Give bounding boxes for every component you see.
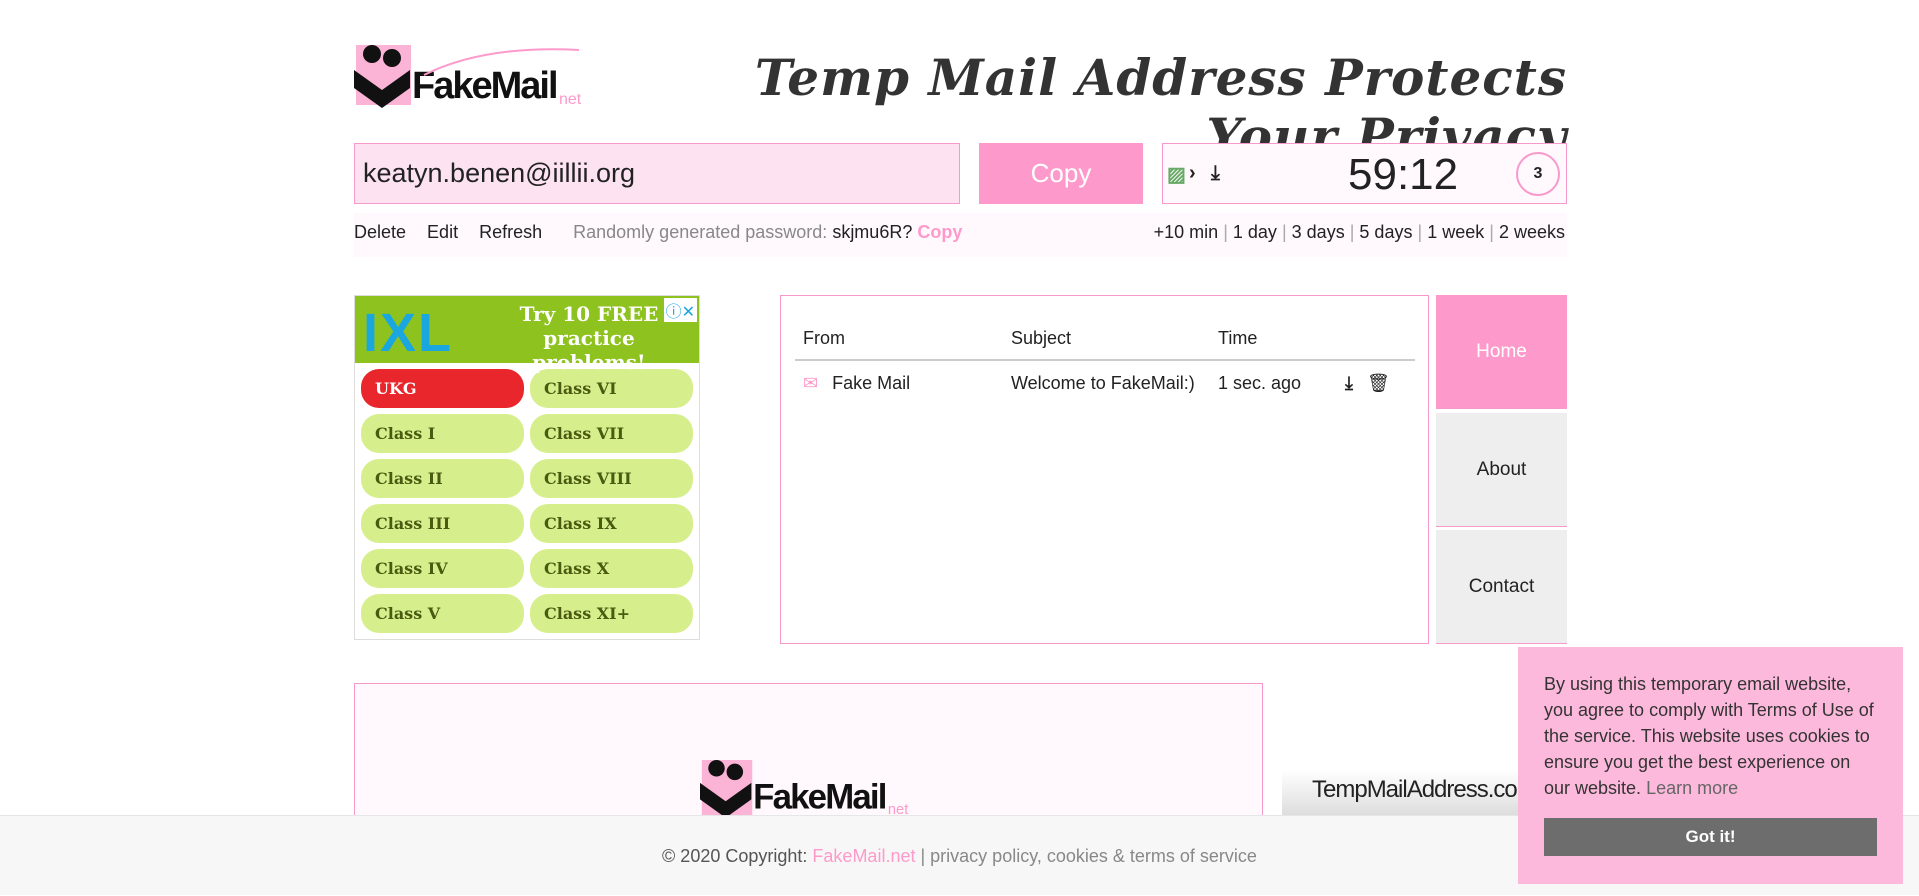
table-row[interactable]: ✉ Fake Mail Welcome to FakeMail:) 1 sec. … [795,360,1415,406]
fakemail-logo[interactable]: FakeMail net [354,40,594,110]
nav-contact[interactable]: Contact [1436,530,1567,644]
ad-class-button[interactable]: Class V [361,594,524,633]
refresh-link[interactable]: Refresh [479,222,542,242]
nav-about[interactable]: About [1436,413,1567,527]
nav-home[interactable]: Home [1436,295,1567,409]
got-it-button[interactable]: Got it! [1544,818,1877,856]
advertisement[interactable]: IXL Try 10 FREE practice problems! ⓘ✕ UK… [354,295,700,640]
download-icon[interactable]: ⤓ [1211,162,1220,185]
svg-text:FakeMail: FakeMail [753,778,886,817]
from-value: Fake Mail [832,373,911,393]
email-address-field[interactable]: keatyn.benen@iillii.org [354,143,960,204]
time-cell: 1 sec. ago [1218,373,1302,393]
duration-1day[interactable]: 1 day [1233,222,1277,242]
duration-10min[interactable]: +10 min [1154,222,1219,242]
ad-class-button[interactable]: Class III [361,504,524,543]
copy-email-button[interactable]: Copy [979,143,1143,204]
ad-promo: Try 10 FREE practice problems! [519,302,659,374]
column-actions [1337,318,1415,361]
copy-password-link[interactable]: Copy [917,222,962,242]
ad-class-button[interactable]: Class VIII [530,459,693,498]
broken-image-icon[interactable]: ▨ [1167,162,1186,187]
from-cell: ✉ Fake Mail [795,360,1003,406]
ad-class-button[interactable]: Class VII [530,414,693,453]
countdown-timer: 59:12 [1348,150,1459,199]
trash-icon[interactable]: 🗑 [1367,373,1390,393]
delete-link[interactable]: Delete [354,222,406,242]
learn-more-link[interactable]: Learn more [1646,778,1738,798]
chevron-right-icon[interactable]: › [1189,162,1196,185]
column-time: Time [1210,318,1337,361]
download-icon[interactable]: ⤓ [1345,373,1353,393]
policy-link[interactable]: | privacy policy, cookies & terms of ser… [920,846,1256,866]
ad-class-button[interactable]: Class IV [361,549,524,588]
email-count-badge: 3 [1516,152,1560,196]
duration-5days[interactable]: 5 days [1359,222,1412,242]
fakemail-link[interactable]: FakeMail.net [812,846,915,866]
fakemail-logo-bottom: FakeMail net [700,760,908,818]
actions-cell: ⤓ 🗑 [1337,360,1415,406]
ad-class-button[interactable]: Class IX [530,504,693,543]
ad-class-button[interactable]: Class I [361,414,524,453]
ad-class-button[interactable]: Class II [361,459,524,498]
envelope-icon: ✉ [803,373,819,393]
duration-2weeks[interactable]: 2 weeks [1499,222,1565,242]
ad-class-button[interactable]: UKG [361,369,524,408]
duration-3days[interactable]: 3 days [1292,222,1345,242]
password-label: Randomly generated password: [573,222,828,242]
svg-text:net: net [559,91,582,108]
timer-panel: ▨ › ⤓ 59:12 3 [1162,143,1567,204]
ad-class-button[interactable]: Class X [530,549,693,588]
tempmailaddress-logo[interactable]: TempMailAddress.com [1282,770,1537,815]
ad-close-icon[interactable]: ⓘ✕ [663,298,697,322]
duration-1week[interactable]: 1 week [1427,222,1484,242]
copyright-text: © 2020 Copyright: [662,846,808,866]
ad-class-button[interactable]: Class XI+ [530,594,693,633]
inbox-table: From Subject Time ✉ Fake Mail Welcome to … [795,318,1415,406]
duration-options: +10 min | 1 day | 3 days | 5 days | 1 we… [1153,222,1565,242]
ad-brand: IXL [363,303,454,363]
inbox-panel: From Subject Time ✉ Fake Mail Welcome to … [780,295,1429,644]
actions-bar: Delete Edit Refresh Randomly generated p… [354,213,1567,257]
edit-link[interactable]: Edit [427,222,458,242]
column-subject: Subject [1003,318,1210,361]
subject-cell[interactable]: Welcome to FakeMail:) [1003,360,1210,406]
ad-class-button[interactable]: Class VI [530,369,693,408]
password-value: skjmu6R? [832,222,913,242]
column-from: From [795,318,1003,361]
cookie-banner: By using this temporary email website, y… [1518,647,1903,884]
